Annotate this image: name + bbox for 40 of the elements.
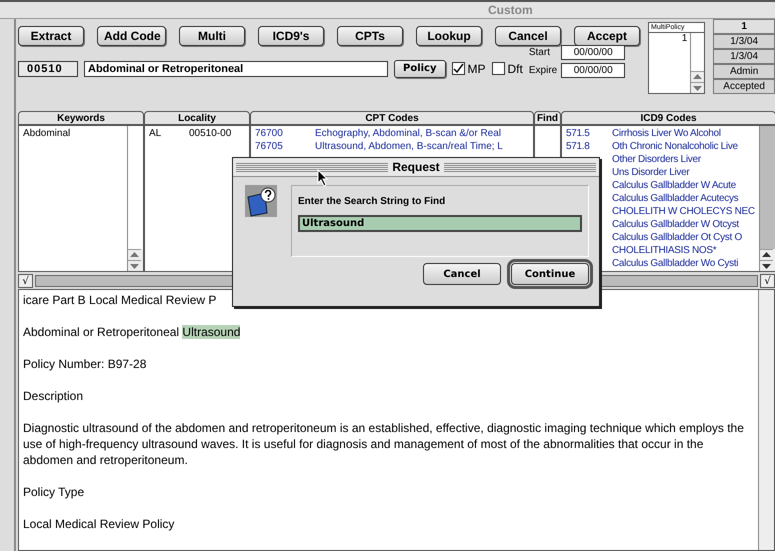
paragraph: Policy Type: [23, 484, 86, 500]
dialog-title: Request: [392, 160, 440, 174]
table-cell-text: Calculus Gallbladder W Acute: [612, 179, 737, 192]
status-field: Admin: [713, 64, 775, 79]
status-field: 1/3/04: [713, 34, 775, 49]
window-title: Custom: [488, 3, 533, 17]
paragraph: icare Part B Local Medical Review P: [23, 292, 218, 308]
paragraph: Local Medical Review Policy: [23, 516, 176, 532]
table-cell-text: Oth Chronic Nonalcoholic Live: [612, 140, 739, 153]
table-cell-text: Calculus Gallbladder Acutecys: [612, 192, 740, 205]
status-field: Accepted: [713, 79, 775, 94]
table-cell-text: Cirrhosis Liver Wo Alcohol: [612, 127, 722, 140]
date-label: Start: [528, 47, 551, 58]
table-cell-text: 571.5: [566, 127, 591, 140]
code-field: 00510: [18, 60, 78, 76]
checkbox-label: MP: [468, 62, 486, 76]
table-cell-text: Abdominal: [23, 127, 72, 140]
table-cell-text: Echography, Abdominal, B-scan &/or Real: [315, 127, 502, 140]
table-cell-text: Uns Disorder Liver: [612, 166, 690, 179]
table-cell-text: Other Disorders Liver: [612, 153, 702, 166]
paragraph: Diagnostic ultrasound of the abdomen and retroperitoneum is an established, effective, diagnostic imaging technique which employs the use of high-frequency ultrasound waves. It is useful for diagnosis and management of most of the abnormalities that occur in the abdomen and retroperitoneum.: [23, 420, 745, 468]
table-cell-text: Calculus Gallbladder W Otcyst: [612, 218, 740, 231]
table-cell-text: AL: [149, 127, 162, 140]
dialog-prompt: Enter the Search String to Find: [298, 196, 446, 207]
table-cell-text: CHOLELITHIASIS NOS*: [612, 244, 718, 257]
status-field: 1/3/04: [713, 49, 775, 64]
table-cell-text: 76705: [255, 140, 284, 153]
table-cell-text: Ultrasound, Abdomen, B-scan/real Time; L: [315, 140, 504, 153]
checkbox-label: Dft: [508, 62, 523, 76]
table-cell-text: 76700: [255, 127, 284, 140]
paragraph: Description: [23, 388, 84, 404]
paragraph: Abdominal or Retroperitoneal Ultrasound: [23, 324, 242, 340]
table-cell-text: Calculus Gallbladder Ot Cyst O: [612, 231, 743, 244]
status-field: 1: [713, 19, 775, 34]
table-cell-text: 00510-00: [189, 127, 232, 140]
table-cell: CHOLELITH W CHOLECYS NEC: [612, 205, 755, 218]
table-cell-text: Calculus Gallbladder Wo Cysti: [612, 257, 740, 270]
date-label: Expire: [528, 65, 558, 76]
table-cell-text: 571.8: [566, 140, 591, 153]
paragraph: Policy Number: B97-28: [23, 356, 148, 372]
